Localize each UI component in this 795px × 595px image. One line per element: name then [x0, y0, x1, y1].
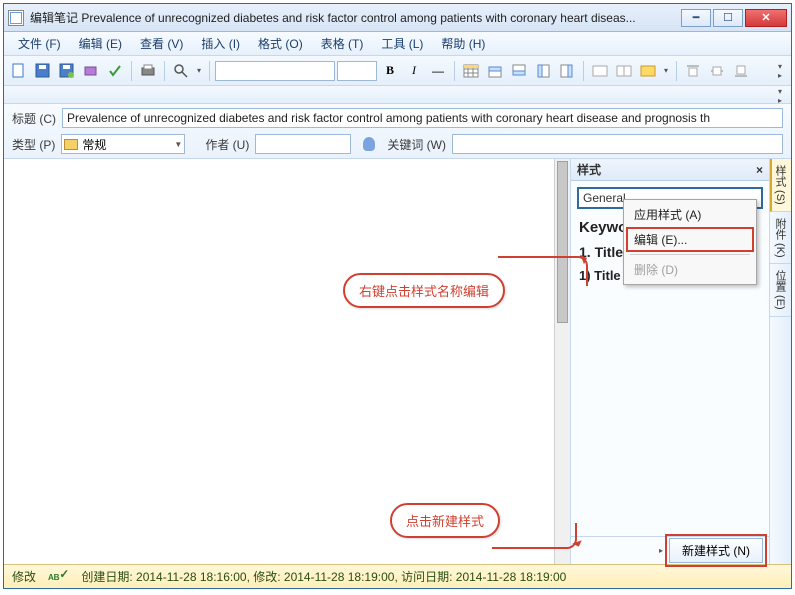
toolbar-overflow-icon[interactable]: ▾▸: [773, 60, 787, 82]
status-mode: 修改: [12, 568, 36, 585]
find-dd-icon[interactable]: ▾: [194, 60, 204, 82]
ctx-separator: [630, 254, 750, 255]
keywords-label: 关键词 (W): [387, 136, 446, 153]
styles-panel-header: 样式 ×: [571, 159, 769, 181]
styles-panel-title: 样式: [577, 161, 601, 178]
status-dates: 创建日期: 2014-11-28 18:16:00, 修改: 2014-11-2…: [81, 568, 566, 585]
callout-arrow-2: [492, 523, 577, 549]
print-icon[interactable]: [137, 60, 159, 82]
panel-collapse-icon[interactable]: ▸: [659, 546, 663, 555]
maximize-button[interactable]: ☐: [713, 9, 743, 27]
type-select[interactable]: 常规 ▼: [61, 134, 185, 154]
author-label: 作者 (U): [205, 136, 249, 153]
chevron-down-icon: ▼: [174, 140, 182, 149]
attach-icon[interactable]: [80, 60, 102, 82]
new-style-row: ▸ 新建样式 (N): [571, 536, 769, 564]
save-icon[interactable]: [32, 60, 54, 82]
callout-arrow-1: [498, 256, 588, 286]
toolbar-secondary: ▾▸: [4, 86, 791, 104]
align-top-icon[interactable]: [682, 60, 704, 82]
insert-col-right-icon[interactable]: [556, 60, 578, 82]
check-icon[interactable]: [104, 60, 126, 82]
menu-help[interactable]: 帮助 (H): [433, 33, 493, 54]
title-input[interactable]: Prevalence of unrecognized diabetes and …: [62, 108, 783, 128]
callout-new-style: 点击新建样式: [390, 503, 500, 538]
save-as-icon[interactable]: [56, 60, 78, 82]
find-icon[interactable]: [170, 60, 192, 82]
vtab-position[interactable]: 位置 (E): [770, 264, 791, 317]
font-size-select[interactable]: [337, 61, 377, 81]
new-icon[interactable]: [8, 60, 30, 82]
cell-bg-icon[interactable]: [637, 60, 659, 82]
spellcheck-icon[interactable]: ᴬᴮ✓: [48, 567, 69, 586]
font-select[interactable]: [215, 61, 335, 81]
titlebar: 编辑笔记 Prevalence of unrecognized diabetes…: [4, 4, 791, 32]
content-area: 样式 × General 应用样式 (A) 编辑 (E)... 删除 (D) K…: [4, 159, 791, 564]
current-style-value: General: [583, 191, 626, 205]
fields-panel: 标题 (C) Prevalence of unrecognized diabet…: [4, 104, 791, 159]
align-bot-icon[interactable]: [730, 60, 752, 82]
menu-tools[interactable]: 工具 (L): [373, 33, 431, 54]
minimize-button[interactable]: ━: [681, 9, 711, 27]
styles-panel: 样式 × General 应用样式 (A) 编辑 (E)... 删除 (D) K…: [571, 159, 769, 564]
context-menu: 应用样式 (A) 编辑 (E)... 删除 (D): [623, 199, 757, 285]
menu-view[interactable]: 查看 (V): [132, 33, 191, 54]
toolbar2-overflow-icon[interactable]: ▾▸: [773, 85, 787, 107]
menubar: 文件 (F) 编辑 (E) 查看 (V) 插入 (I) 格式 (O) 表格 (T…: [4, 32, 791, 56]
title-label: 标题 (C): [12, 110, 56, 127]
menu-file[interactable]: 文件 (F): [10, 33, 69, 54]
vtab-style[interactable]: 样式 (S): [770, 159, 791, 212]
vertical-tabs: 样式 (S) 附件 (K) 位置 (E): [769, 159, 791, 564]
align-mid-icon[interactable]: [706, 60, 728, 82]
menu-table[interactable]: 表格 (T): [313, 33, 372, 54]
insert-row-above-icon[interactable]: [484, 60, 506, 82]
styles-panel-close-icon[interactable]: ×: [756, 163, 763, 177]
type-label: 类型 (P): [12, 136, 55, 153]
ctx-apply-style[interactable]: 应用样式 (A): [626, 202, 754, 227]
statusbar: 修改 ᴬᴮ✓ 创建日期: 2014-11-28 18:16:00, 修改: 20…: [4, 564, 791, 588]
table-icon[interactable]: [460, 60, 482, 82]
toolbar: ▾ B I ― ▾ ▾▸: [4, 56, 791, 86]
scrollbar-thumb[interactable]: [557, 161, 568, 323]
author-input[interactable]: [255, 134, 351, 154]
keywords-input[interactable]: [452, 134, 783, 154]
menu-edit[interactable]: 编辑 (E): [71, 33, 130, 54]
insert-col-left-icon[interactable]: [532, 60, 554, 82]
menu-format[interactable]: 格式 (O): [250, 33, 311, 54]
vtab-attachments[interactable]: 附件 (K): [770, 212, 791, 265]
person-icon[interactable]: [363, 137, 375, 151]
cell-bg-dd-icon[interactable]: ▾: [661, 60, 671, 82]
window-title: 编辑笔记 Prevalence of unrecognized diabetes…: [30, 9, 681, 26]
callout-edit-style: 右键点击样式名称编辑: [343, 273, 505, 308]
type-value: 常规: [82, 136, 106, 153]
app-icon: [8, 10, 24, 26]
bold-button[interactable]: B: [379, 60, 401, 82]
new-style-button[interactable]: 新建样式 (N): [669, 538, 763, 563]
folder-icon: [64, 139, 78, 150]
insert-row-below-icon[interactable]: [508, 60, 530, 82]
hr-button[interactable]: ―: [427, 60, 449, 82]
ctx-edit-style[interactable]: 编辑 (E)...: [626, 227, 754, 252]
split-cells-icon[interactable]: [613, 60, 635, 82]
ctx-delete-style: 删除 (D): [626, 257, 754, 282]
merge-cells-icon[interactable]: [589, 60, 611, 82]
italic-button[interactable]: I: [403, 60, 425, 82]
close-button[interactable]: ✕: [745, 9, 787, 27]
vertical-scrollbar[interactable]: [554, 159, 570, 564]
menu-insert[interactable]: 插入 (I): [193, 33, 248, 54]
